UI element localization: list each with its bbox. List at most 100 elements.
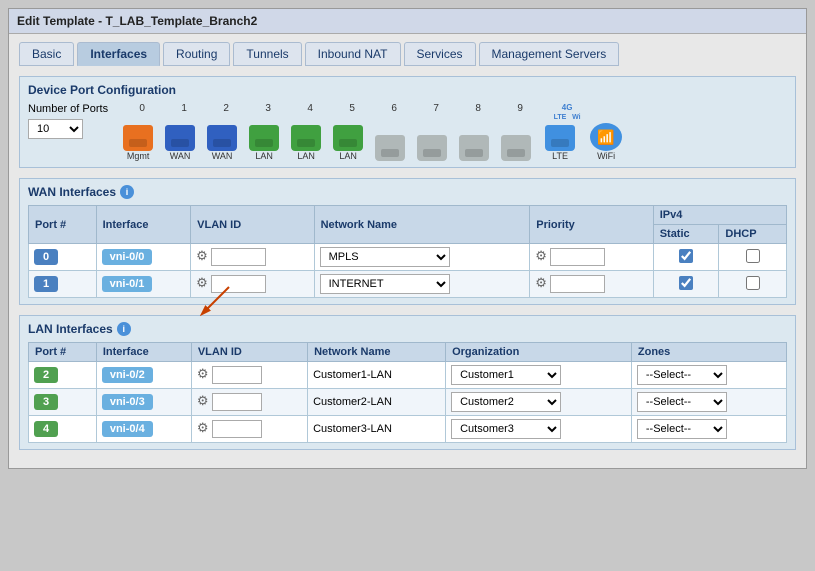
port-num-9: 9: [500, 103, 540, 121]
wan-gear-0[interactable]: ⚙: [196, 248, 208, 264]
lan-row-2: 4 vni-0/4 ⚙ Customer3-LAN: [29, 416, 787, 443]
port-num-1: 1: [164, 103, 204, 121]
port-icon-5[interactable]: LAN: [328, 125, 368, 161]
lan-vni-badge-0[interactable]: vni-0/2: [102, 367, 153, 383]
lan-table: Port # Interface VLAN ID Network Name Or…: [28, 342, 787, 443]
wan-network-select-1[interactable]: INTERNET MPLS: [320, 274, 450, 294]
port-num-5: 5: [332, 103, 372, 121]
port-icon-9[interactable]: [496, 135, 536, 161]
lan-vlan-1: ⚙: [191, 389, 307, 416]
lan-port-1: 3: [29, 389, 97, 416]
wan-th-dhcp: DHCP: [719, 225, 787, 244]
wan-static-checkbox-0[interactable]: [679, 249, 693, 263]
lan-vni-badge-2[interactable]: vni-0/4: [102, 421, 153, 437]
wan-th-static: Static: [653, 225, 719, 244]
port-numbers-row: 0 1 2 3 4 5 6 7 8 9 4GLTE Wi: [122, 103, 628, 121]
lan-org-select-2[interactable]: Cutsomer3: [451, 419, 561, 439]
wan-dhcp-checkbox-1[interactable]: [746, 276, 760, 290]
lan-network-name-2: Customer3-LAN: [313, 423, 392, 435]
wan-dhcp-1: [719, 271, 787, 298]
wan-static-1: [653, 271, 719, 298]
lan-network-0: Customer1-LAN: [308, 362, 446, 389]
port-icon-7[interactable]: [412, 135, 452, 161]
lan-interfaces-section: LAN Interfaces i Port # Interface VLAN I…: [19, 315, 796, 450]
lan-th-vlan: VLAN ID: [191, 343, 307, 362]
wan-priority-gear-1[interactable]: ⚙: [535, 275, 547, 291]
lan-org-select-1[interactable]: Customer2: [451, 392, 561, 412]
wan-priority-gear-0[interactable]: ⚙: [535, 248, 547, 264]
lan-vni-badge-1[interactable]: vni-0/3: [102, 394, 153, 410]
lan-zone-select-2[interactable]: --Select--: [637, 419, 727, 439]
lan-th-interface: Interface: [96, 343, 191, 362]
wan-port-badge-1[interactable]: 1: [34, 276, 58, 292]
port-icons-row: Mgmt WAN WAN: [118, 123, 628, 161]
wan-vni-badge-1[interactable]: vni-0/1: [102, 276, 153, 292]
port-icon-lte[interactable]: LTE: [538, 125, 582, 161]
wan-priority-1: ⚙: [530, 271, 653, 298]
tab-tunnels[interactable]: Tunnels: [233, 42, 301, 66]
lan-zone-1: --Select--: [631, 389, 786, 416]
tab-management-servers[interactable]: Management Servers: [479, 42, 620, 66]
wan-row-0: 0 vni-0/0 ⚙ MPLS INTERNET: [29, 244, 787, 271]
tab-bar: Basic Interfaces Routing Tunnels Inbound…: [19, 42, 796, 66]
port-icon-3[interactable]: LAN: [244, 125, 284, 161]
lan-port-badge-0[interactable]: 2: [34, 367, 58, 383]
wan-network-0: MPLS INTERNET: [314, 244, 530, 271]
main-window: Edit Template - T_LAB_Template_Branch2 B…: [8, 8, 807, 469]
lan-interface-1: vni-0/3: [96, 389, 191, 416]
port-num-2: 2: [206, 103, 246, 121]
wan-network-select-0[interactable]: MPLS INTERNET: [320, 247, 450, 267]
port-num-4: 4: [290, 103, 330, 121]
wan-gear-1[interactable]: ⚙: [196, 275, 208, 291]
tab-basic[interactable]: Basic: [19, 42, 74, 66]
port-icon-0[interactable]: Mgmt: [118, 125, 158, 161]
lan-network-2: Customer3-LAN: [308, 416, 446, 443]
tab-services[interactable]: Services: [404, 42, 476, 66]
lan-vlanid-input-2[interactable]: [212, 420, 262, 438]
wan-dhcp-checkbox-0[interactable]: [746, 249, 760, 263]
ports-display: 0 1 2 3 4 5 6 7 8 9 4GLTE Wi: [118, 103, 628, 161]
lan-gear-1[interactable]: ⚙: [197, 393, 209, 409]
port-icon-8[interactable]: [454, 135, 494, 161]
lan-network-1: Customer2-LAN: [308, 389, 446, 416]
title-bar: Edit Template - T_LAB_Template_Branch2: [9, 9, 806, 34]
port-num-6: 6: [374, 103, 414, 121]
wan-priority-input-1[interactable]: [550, 275, 605, 293]
lan-gear-0[interactable]: ⚙: [197, 366, 209, 382]
wan-row-1: 1 vni-0/1 ⚙: [29, 271, 787, 298]
port-4g-label: 4GLTE Wi: [542, 103, 592, 121]
port-count-select[interactable]: 10 8 6: [28, 119, 83, 139]
wan-vlanid-input-0[interactable]: [211, 248, 266, 266]
tab-routing[interactable]: Routing: [163, 42, 230, 66]
lan-port-badge-1[interactable]: 3: [34, 394, 58, 410]
wan-static-checkbox-1[interactable]: [679, 276, 693, 290]
wan-info-icon[interactable]: i: [120, 185, 134, 199]
content-area: Basic Interfaces Routing Tunnels Inbound…: [9, 34, 806, 468]
port-icon-wifi[interactable]: 📶 WiFi: [584, 123, 628, 161]
port-icon-4[interactable]: LAN: [286, 125, 326, 161]
tab-interfaces[interactable]: Interfaces: [77, 42, 160, 66]
lan-vlanid-input-0[interactable]: [212, 366, 262, 384]
lan-vlanid-input-1[interactable]: [212, 393, 262, 411]
wan-vni-badge-0[interactable]: vni-0/0: [102, 249, 153, 265]
lan-info-icon[interactable]: i: [117, 322, 131, 336]
wan-priority-0: ⚙: [530, 244, 653, 271]
lan-org-select-0[interactable]: Customer1: [451, 365, 561, 385]
lan-zone-select-1[interactable]: --Select--: [637, 392, 727, 412]
lan-vlan-0: ⚙: [191, 362, 307, 389]
wan-priority-input-0[interactable]: [550, 248, 605, 266]
wan-port-0: 0: [29, 244, 97, 271]
port-icon-1[interactable]: WAN: [160, 125, 200, 161]
wan-port-badge-0[interactable]: 0: [34, 249, 58, 265]
wan-th-priority: Priority: [530, 206, 653, 244]
lan-zone-select-0[interactable]: --Select--: [637, 365, 727, 385]
tab-inbound-nat[interactable]: Inbound NAT: [305, 42, 401, 66]
wan-table: Port # Interface VLAN ID Network Name Pr…: [28, 205, 787, 298]
lan-port-badge-2[interactable]: 4: [34, 421, 58, 437]
port-icon-6[interactable]: [370, 135, 410, 161]
lan-gear-2[interactable]: ⚙: [197, 420, 209, 436]
port-icon-2[interactable]: WAN: [202, 125, 242, 161]
port-config-body: Number of Ports 10 8 6 0 1 2 3 4: [28, 103, 787, 161]
wan-vlanid-input-1[interactable]: [211, 275, 266, 293]
wan-th-port: Port #: [29, 206, 97, 244]
